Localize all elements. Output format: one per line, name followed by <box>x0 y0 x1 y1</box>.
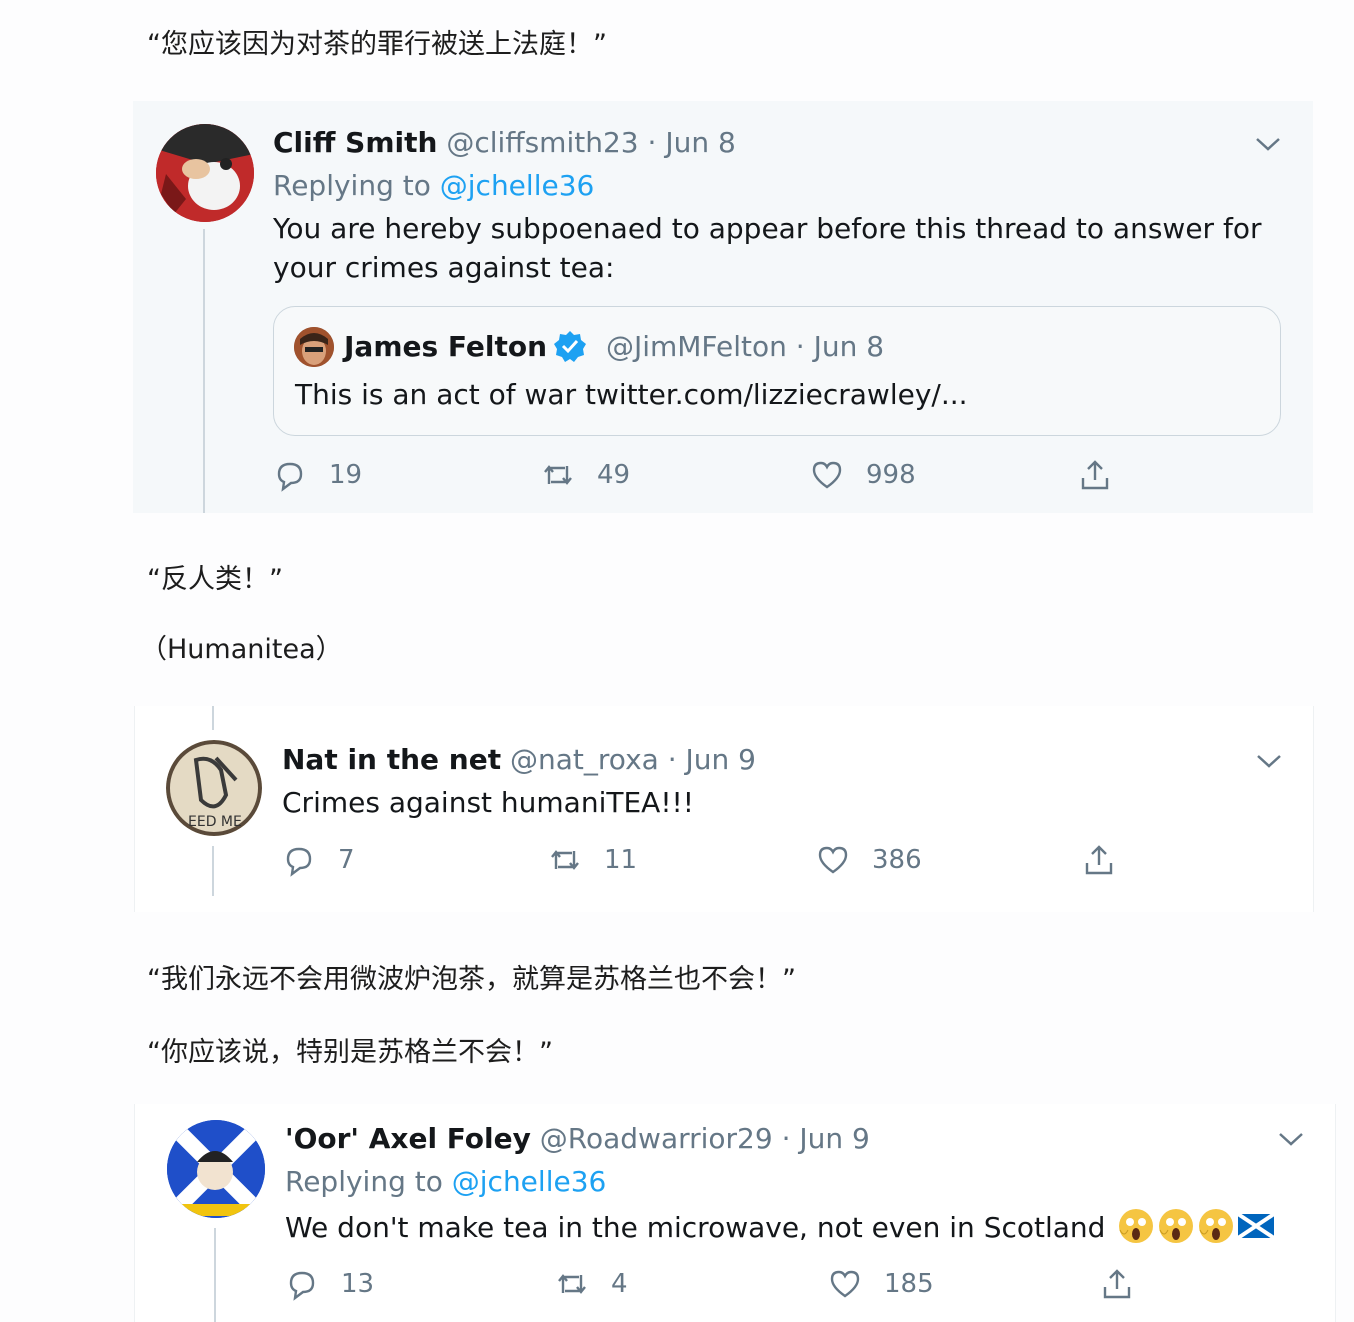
like-button[interactable]: 386 <box>816 840 922 880</box>
thread-line <box>214 1228 216 1322</box>
thread-line <box>212 706 214 730</box>
caption-text: “我们永远不会用微波炉泡茶，就算是苏格兰也不会！” <box>147 964 796 995</box>
retweet-button[interactable]: 11 <box>548 840 637 880</box>
retweet-icon <box>544 465 572 485</box>
caption-text: “反人类！” <box>147 564 283 595</box>
quoted-tweet[interactable]: James Felton @JimMFelton · Jun 8 This is… <box>273 306 1281 436</box>
quote-separator: · <box>795 330 805 363</box>
retweet-count: 4 <box>611 1269 628 1299</box>
replying-to: Replying to @jchelle36 <box>273 168 594 204</box>
reply-count: 7 <box>338 845 355 875</box>
tweet-actions: 19 49 998 <box>273 455 1133 495</box>
caption-text: “您应该因为对茶的罪行被送上法庭！” <box>147 29 607 60</box>
reply-count: 19 <box>329 460 363 490</box>
reply-icon <box>286 847 312 877</box>
tweet-date[interactable]: Jun 8 <box>665 126 735 159</box>
reply-target-link[interactable]: @jchelle36 <box>452 1165 607 1198</box>
display-name[interactable]: Nat in the net <box>282 743 501 776</box>
tweet-actions: 13 4 185 <box>285 1264 1145 1304</box>
quote-date[interactable]: Jun 8 <box>814 330 884 363</box>
replying-prefix: Replying to <box>285 1165 443 1198</box>
share-button[interactable] <box>1078 455 1134 495</box>
retweet-button[interactable]: 4 <box>555 1264 628 1304</box>
reply-icon <box>277 462 303 492</box>
like-button[interactable]: 998 <box>810 455 916 495</box>
avatar[interactable] <box>167 1120 265 1218</box>
caption-text: “你应该说，特别是苏格兰不会！” <box>147 1037 553 1068</box>
tweet-text: Crimes against humaniTEA!!! <box>282 786 694 819</box>
handle[interactable]: @Roadwarrior29 <box>540 1122 773 1155</box>
tweet-actions: 7 11 386 <box>282 840 1142 880</box>
like-count: 386 <box>872 845 922 875</box>
share-icon <box>1081 460 1109 490</box>
like-count: 998 <box>866 460 916 490</box>
quote-avatar <box>294 327 334 367</box>
thread-line <box>203 229 205 513</box>
quote-header: James Felton @JimMFelton · Jun 8 <box>344 329 884 365</box>
display-name[interactable]: 'Oor' Axel Foley <box>285 1122 531 1155</box>
retweet-button[interactable]: 49 <box>541 455 630 495</box>
share-button[interactable] <box>1100 1264 1156 1304</box>
screaming-face-icon <box>1199 1209 1234 1243</box>
heart-icon <box>830 1270 860 1298</box>
separator: · <box>647 126 657 159</box>
tweet-date[interactable]: Jun 9 <box>799 1122 869 1155</box>
tweet-text: You are hereby subpoenaed to appear befo… <box>273 212 1262 284</box>
avatar-lettering: EED ME <box>188 814 242 830</box>
tweet-text: We don't make tea in the microwave, not … <box>285 1211 1106 1244</box>
reply-button[interactable]: 13 <box>285 1264 374 1304</box>
avatar[interactable] <box>156 124 254 222</box>
handle[interactable]: @nat_roxa <box>510 743 659 776</box>
reply-count: 13 <box>341 1269 375 1299</box>
thread-line <box>212 846 214 896</box>
screaming-face-icon <box>1119 1209 1154 1243</box>
share-icon <box>1085 845 1113 875</box>
like-count: 185 <box>884 1269 934 1299</box>
verified-badge-icon <box>554 331 587 362</box>
retweet-count: 49 <box>597 460 631 490</box>
tweet-card[interactable]: EED ME Nat in the net @nat_roxa · Jun 9 … <box>134 706 1314 912</box>
reply-icon <box>289 1271 315 1301</box>
replying-prefix: Replying to <box>273 169 431 202</box>
tweet-date[interactable]: Jun 9 <box>686 743 756 776</box>
like-button[interactable]: 185 <box>828 1264 934 1304</box>
retweet-icon <box>558 1274 586 1294</box>
tweet-text-line: We don't make tea in the microwave, not … <box>285 1208 1275 1246</box>
chevron-down-icon[interactable] <box>1255 752 1283 770</box>
separator: · <box>781 1122 791 1155</box>
display-name[interactable]: Cliff Smith <box>273 126 437 159</box>
screaming-face-icon <box>1159 1209 1194 1243</box>
tweet-header: Cliff Smith @cliffsmith23 · Jun 8 <box>273 125 736 161</box>
tweet-card[interactable]: 'Oor' Axel Foley @Roadwarrior29 · Jun 9 … <box>134 1104 1336 1322</box>
reply-button[interactable]: 7 <box>282 840 355 880</box>
chevron-down-icon[interactable] <box>1254 135 1282 153</box>
tweet-header: Nat in the net @nat_roxa · Jun 9 <box>282 742 756 778</box>
heart-icon <box>812 461 842 489</box>
retweet-count: 11 <box>604 845 638 875</box>
avatar[interactable]: EED ME <box>166 740 262 836</box>
reply-target-link[interactable]: @jchelle36 <box>440 169 595 202</box>
tweet-card[interactable]: Cliff Smith @cliffsmith23 · Jun 8 Replyi… <box>133 101 1313 513</box>
quote-display-name[interactable]: James Felton <box>344 330 547 363</box>
chevron-down-icon[interactable] <box>1277 1130 1305 1148</box>
reply-button[interactable]: 19 <box>273 455 362 495</box>
scotland-flag-icon <box>1238 1212 1275 1240</box>
share-button[interactable] <box>1082 840 1138 880</box>
handle[interactable]: @cliffsmith23 <box>446 126 638 159</box>
share-icon <box>1103 1269 1131 1299</box>
retweet-icon <box>551 850 579 870</box>
replying-to: Replying to @jchelle36 <box>285 1164 606 1200</box>
separator: · <box>667 743 677 776</box>
heart-icon <box>818 846 848 874</box>
caption-text: （Humanitea） <box>140 634 343 665</box>
tweet-header: 'Oor' Axel Foley @Roadwarrior29 · Jun 9 <box>285 1121 870 1157</box>
quote-text: This is an act of war twitter.com/lizzie… <box>295 378 968 411</box>
quote-handle[interactable]: @JimMFelton <box>606 330 787 363</box>
